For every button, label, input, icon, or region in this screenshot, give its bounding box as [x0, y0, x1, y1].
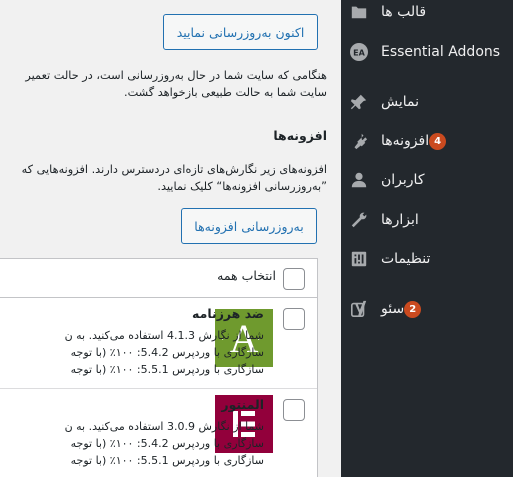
plugins-table: انتخاب همه A · · ضد هرزنامه شما از نگارش…	[0, 258, 318, 477]
sidebar-item-label: سئو	[381, 301, 405, 317]
select-all-checkbox[interactable]	[283, 268, 305, 290]
seo-notification-badge: 2	[404, 300, 422, 318]
plugin-icon	[349, 131, 369, 151]
update-now-button[interactable]: اکنون به‌روزرسانی نمایید	[163, 14, 318, 50]
plugin-name: المنتور	[221, 397, 264, 412]
plugin-compat-line1: سازگاری با وردپرس 5.4.2: ۱۰۰٪ (با توجه	[70, 437, 264, 450]
plugin-version-text: شما از نگارش 4.1.3 استفاده می‌کنید. به ن	[64, 329, 264, 342]
admin-sidebar: قالب ها Essential Addons EA نمایش 4 افزو…	[341, 0, 513, 477]
plugin-checkbox[interactable]	[283, 399, 305, 421]
sidebar-item-seo[interactable]: 2 سئو	[341, 292, 513, 326]
user-icon	[349, 170, 369, 190]
pin-icon	[349, 92, 369, 112]
plugin-name: ضد هرزنامه	[192, 306, 264, 321]
plugin-compat-line2: سازگاری با وردپرس 5.5.1: ۱۰۰٪ (با توجه	[70, 363, 264, 376]
maintenance-text-line1: هنگامی که سایت شما در حال به‌روزرسانی اس…	[25, 69, 327, 82]
table-row: المنتور شما از نگارش 3.0.9 استفاده می‌کن…	[0, 389, 317, 477]
brush-icon	[349, 2, 369, 22]
wrench-icon	[349, 210, 369, 230]
maintenance-text-line2: سایت شما به حالت طبیعی بازخواهد گشت.	[124, 86, 327, 99]
select-all-label[interactable]: انتخاب همه	[217, 268, 276, 283]
plugin-version-text: شما از نگارش 3.0.9 استفاده می‌کنید. به ن	[64, 420, 264, 433]
plugins-text-line2: ”به‌روزرسانی افزونه‌ها“ کلیک نمایید.	[157, 180, 327, 193]
essential-addons-icon: EA	[349, 42, 369, 62]
sidebar-item-plugins[interactable]: 4 افزونه‌ها	[341, 124, 513, 158]
sidebar-item-settings[interactable]: تنظیمات	[341, 242, 513, 276]
svg-text:EA: EA	[353, 49, 365, 58]
sidebar-item-label: قالب ها	[381, 4, 427, 20]
plugins-update-badge: 4	[429, 132, 447, 150]
sidebar-item-label: Essential Addons	[381, 44, 501, 60]
plugin-compat-line1: سازگاری با وردپرس 5.4.2: ۱۰۰٪ (با توجه	[70, 346, 264, 359]
update-plugins-button[interactable]: به‌روزرسانی افزونه‌ها	[181, 208, 317, 244]
sidebar-item-label: ابزارها	[381, 212, 419, 228]
plugins-text-line1: افزونه‌های زیر نگارش‌های تازه‌ای دردسترس…	[21, 163, 327, 176]
sidebar-item-label: افزونه‌ها	[381, 133, 430, 149]
table-header: انتخاب همه	[0, 259, 317, 298]
sidebar-item-label: کاربران	[381, 172, 425, 188]
settings-sliders-icon	[349, 249, 369, 269]
plugin-checkbox[interactable]	[283, 308, 305, 330]
sidebar-item-label: تنظیمات	[381, 251, 431, 267]
plugins-heading: افزونه‌ها	[273, 128, 327, 143]
sidebar-item-appearance[interactable]: نمایش	[341, 85, 513, 119]
sidebar-item-essential-addons[interactable]: Essential Addons EA	[341, 35, 513, 69]
sidebar-item-tools[interactable]: ابزارها	[341, 203, 513, 237]
sidebar-item-label: نمایش	[381, 94, 420, 110]
sidebar-item-users[interactable]: کاربران	[341, 163, 513, 197]
sidebar-item-themes[interactable]: قالب ها	[341, 0, 513, 29]
table-row: A · · ضد هرزنامه شما از نگارش 4.1.3 استف…	[0, 298, 317, 388]
yoast-icon	[349, 299, 369, 319]
plugin-compat-line2: سازگاری با وردپرس 5.5.1: ۱۰۰٪ (با توجه	[70, 454, 264, 467]
main-content: اکنون به‌روزرسانی نمایید هنگامی که سایت …	[0, 0, 341, 477]
